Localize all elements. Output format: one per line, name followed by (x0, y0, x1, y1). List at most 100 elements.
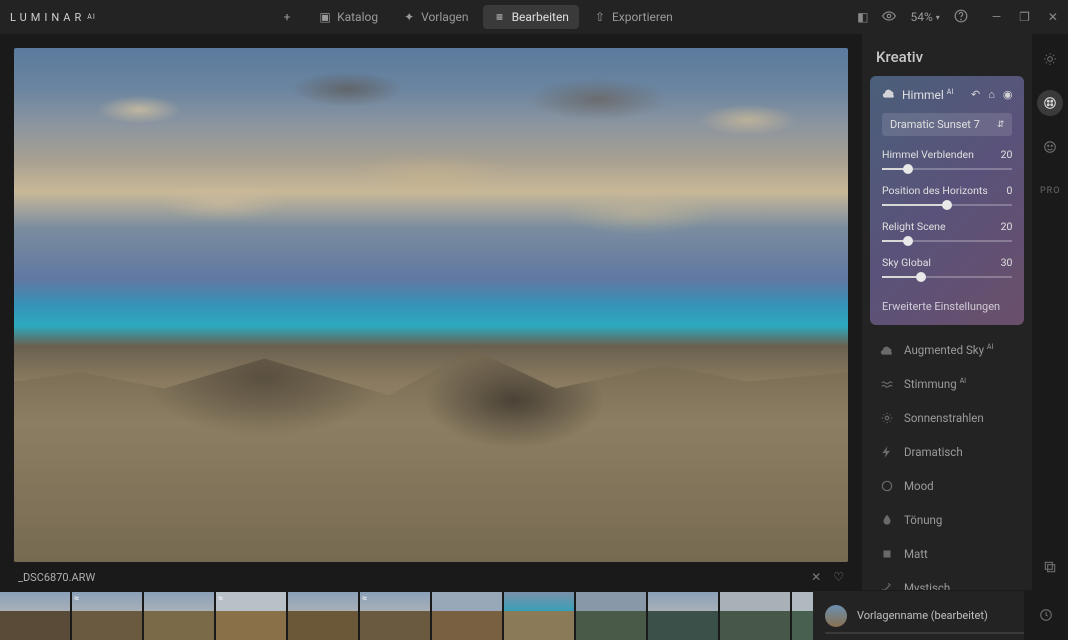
circle-icon (880, 479, 894, 493)
export-icon: ⇧ (593, 10, 607, 24)
thumbnail-selected[interactable] (504, 592, 574, 640)
tool-sonnenstrahlen[interactable]: Sonnenstrahlen (862, 401, 1032, 435)
slider-label: Sky Global (882, 256, 931, 269)
tool-matt[interactable]: Matt (862, 537, 1032, 571)
thumbnail[interactable] (288, 592, 358, 640)
tool-augmented-sky[interactable]: Augmented Sky AI (862, 333, 1032, 367)
file-bar: _DSC6870.ARW ✕ ♡ (14, 562, 848, 592)
thumbnail[interactable] (0, 592, 70, 640)
edited-icon: ≈ (74, 594, 79, 604)
slider-value: 30 (1001, 256, 1013, 269)
nav-katalog[interactable]: ▣Katalog (308, 5, 388, 29)
tool-mood[interactable]: Mood (862, 469, 1032, 503)
tool-stimmung[interactable]: Stimmung AI (862, 367, 1032, 401)
slider-thumb[interactable] (916, 272, 926, 282)
nav-bearbeiten[interactable]: ≡Bearbeiten (483, 5, 579, 29)
maximize-button[interactable]: ❐ (1019, 10, 1030, 24)
thumbstrip: ≈ ≈ ≈ (0, 592, 862, 640)
add-button[interactable]: + (270, 5, 304, 29)
topbar-right: ◧ 54% ▾ — ❐ ✕ (857, 9, 1058, 26)
folder-icon: ▣ (318, 10, 332, 24)
slider-himmel-verblenden[interactable]: Himmel Verblenden 20 (882, 148, 1012, 174)
side-creative[interactable] (1037, 90, 1063, 116)
nav-vorlagen[interactable]: ✦Vorlagen (392, 5, 478, 29)
edited-icon: ≈ (218, 594, 223, 604)
sky-tool-header[interactable]: Himmel AI ↶ ⌂ ◉ (882, 86, 1012, 103)
tool-dramatisch[interactable]: Dramatisch (862, 435, 1032, 469)
close-button[interactable]: ✕ (1048, 10, 1058, 24)
eye-icon[interactable] (882, 9, 896, 26)
cloud-icon (880, 343, 894, 357)
template-name: Vorlagenname (bearbeitet) (857, 609, 1033, 622)
side-toolbar: PRO (1032, 34, 1068, 640)
side-pro[interactable]: PRO (1037, 178, 1063, 204)
visibility-toggle-icon[interactable]: ◉ (1003, 88, 1013, 101)
thumbnail[interactable]: ≈ (72, 592, 142, 640)
slider-label: Himmel Verblenden (882, 148, 974, 161)
tool-label: Dramatisch (904, 445, 963, 459)
thumbnail[interactable] (576, 592, 646, 640)
sliders-icon: ≡ (493, 10, 507, 24)
favorite-icon[interactable]: ♡ (833, 570, 844, 584)
canvas-zone: _DSC6870.ARW ✕ ♡ ≈ ≈ ≈ (0, 34, 862, 640)
side-layers[interactable] (1037, 554, 1063, 580)
nav-exportieren[interactable]: ⇧Exportieren (583, 5, 683, 29)
slider-relight-scene[interactable]: Relight Scene 20 (882, 220, 1012, 246)
main-area: _DSC6870.ARW ✕ ♡ ≈ ≈ ≈ Kreativ (0, 34, 1068, 640)
slider-sky-global[interactable]: Sky Global 30 (882, 256, 1012, 282)
slider-value: 20 (1001, 148, 1013, 161)
slider-position-des-horizonts[interactable]: Position des Horizonts 0 (882, 184, 1012, 210)
tool-label: Stimmung AI (904, 377, 966, 391)
sparkle-icon: ✦ (402, 10, 416, 24)
tool-label: Sonnenstrahlen (904, 411, 984, 425)
tool-tönung[interactable]: Tönung (862, 503, 1032, 537)
drop-icon (880, 513, 894, 527)
tool-label: Tönung (904, 513, 942, 527)
slider-value: 0 (1007, 184, 1013, 197)
window-controls: — ❐ ✕ (992, 10, 1058, 24)
nav-group: + ▣Katalog ✦Vorlagen ≡Bearbeiten ⇧Export… (270, 5, 683, 29)
template-slider[interactable] (825, 632, 1056, 634)
template-thumb (825, 605, 847, 627)
cloud-icon (882, 86, 896, 103)
tool-label: Matt (904, 547, 928, 561)
thumbnail[interactable] (144, 592, 214, 640)
plus-icon: + (280, 10, 294, 24)
reject-icon[interactable]: ✕ (811, 570, 821, 584)
bolt-icon (880, 445, 894, 459)
topbar: LUMINARAI + ▣Katalog ✦Vorlagen ≡Bearbeit… (0, 0, 1068, 34)
thumbnail[interactable]: ≈ (216, 592, 286, 640)
advanced-settings[interactable]: Erweiterte Einstellungen (882, 292, 1012, 313)
image-preview[interactable] (14, 48, 848, 562)
help-icon[interactable] (954, 9, 968, 26)
file-name: _DSC6870.ARW (18, 571, 95, 584)
thumbnail[interactable] (432, 592, 502, 640)
panel-title: Kreativ (862, 34, 1032, 76)
slider-thumb[interactable] (942, 200, 952, 210)
zoom-level[interactable]: 54% ▾ (910, 10, 939, 24)
edited-icon: ≈ (362, 594, 367, 604)
side-portrait[interactable] (1037, 134, 1063, 160)
slider-label: Position des Horizonts (882, 184, 988, 197)
dropdown-icon: ⇵ (997, 120, 1005, 130)
thumbnail[interactable] (720, 592, 790, 640)
thumbnail[interactable]: ≈ (360, 592, 430, 640)
slider-value: 20 (1001, 220, 1013, 233)
slider-thumb[interactable] (903, 236, 913, 246)
app-logo: LUMINARAI (10, 11, 96, 24)
sky-preset-dropdown[interactable]: Dramatic Sunset 7 ⇵ (882, 113, 1012, 136)
side-essentials[interactable] (1037, 46, 1063, 72)
right-panel: Kreativ Himmel AI ↶ ⌂ ◉ Dramatic Sunset … (862, 34, 1032, 640)
sky-ai-tool: Himmel AI ↶ ⌂ ◉ Dramatic Sunset 7 ⇵ Himm… (870, 76, 1024, 325)
minimize-button[interactable]: — (992, 10, 1001, 24)
tool-label: Mood (904, 479, 934, 493)
compare-icon[interactable]: ◧ (857, 10, 868, 24)
slider-thumb[interactable] (903, 164, 913, 174)
history-button[interactable] (1024, 590, 1068, 640)
undo-icon[interactable]: ↶ (971, 88, 980, 101)
square-icon (880, 547, 894, 561)
waves-icon (880, 377, 894, 391)
sun-icon (880, 411, 894, 425)
reset-icon[interactable]: ⌂ (988, 88, 995, 101)
thumbnail[interactable] (648, 592, 718, 640)
